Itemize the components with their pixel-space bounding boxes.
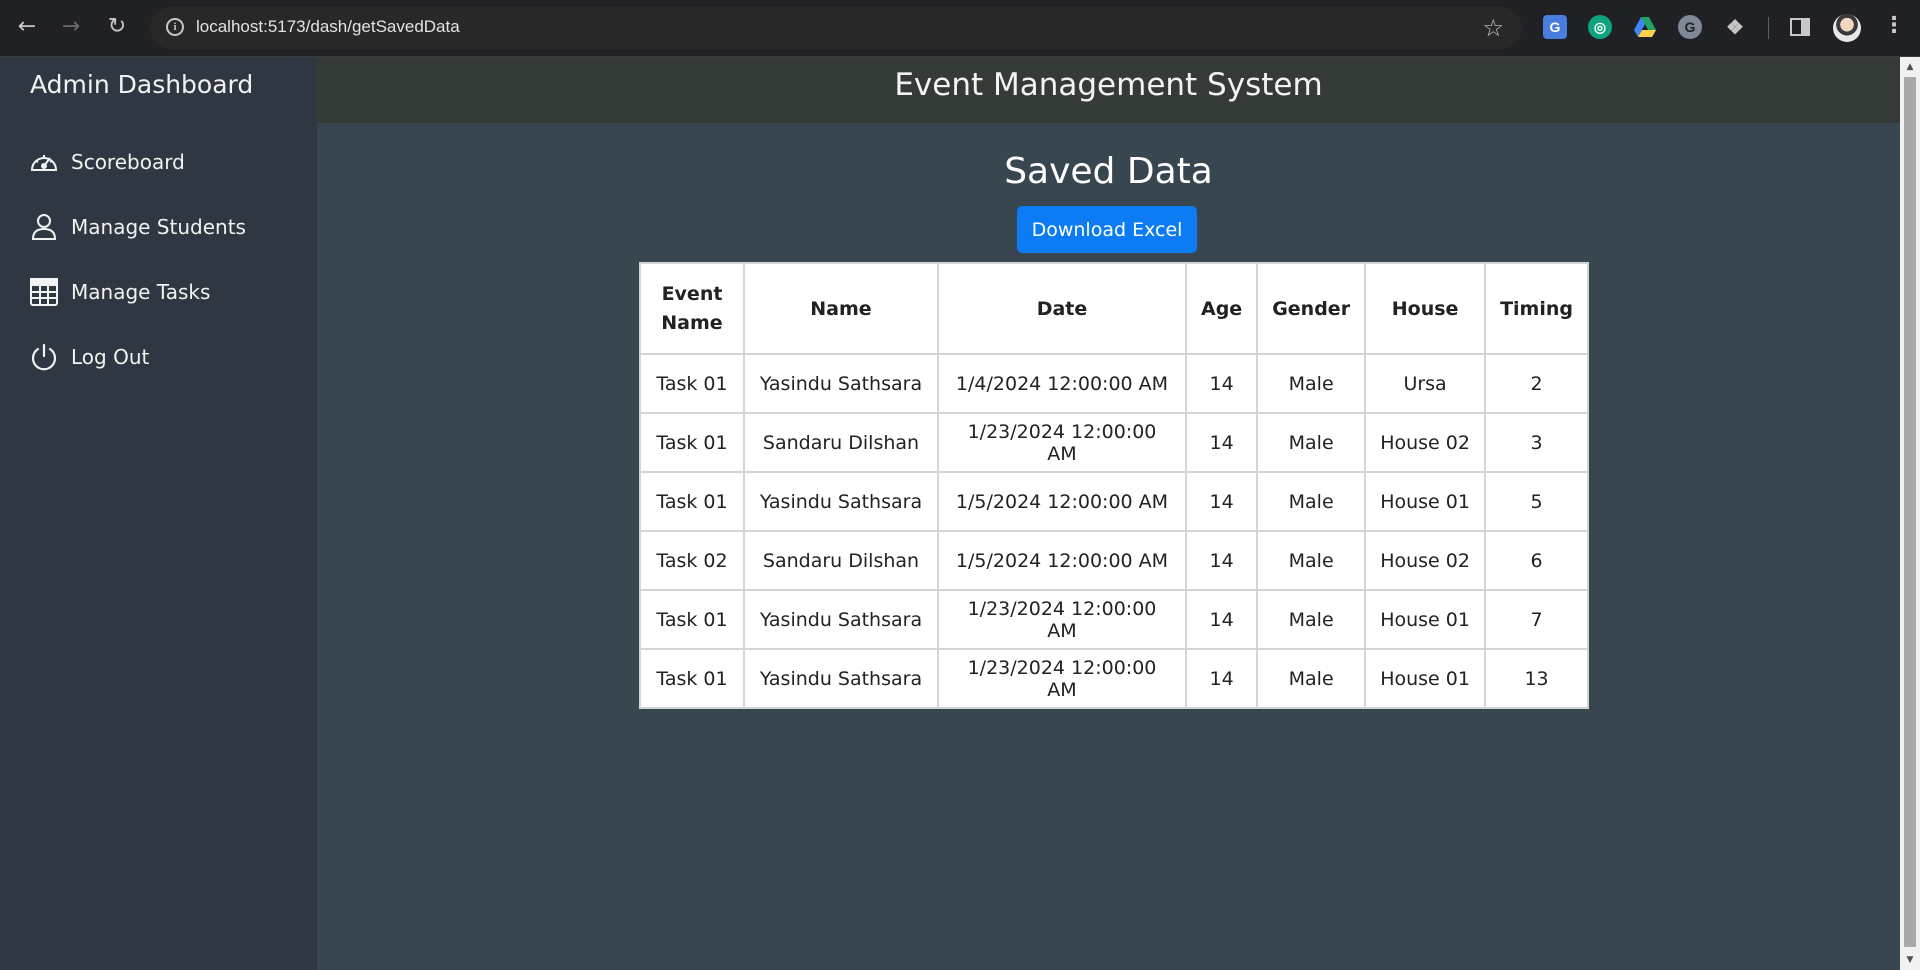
browser-menu-icon[interactable]: ⋮ xyxy=(1883,13,1905,38)
cell-timing: 2 xyxy=(1484,353,1589,414)
cell-event-name: Task 01 xyxy=(639,412,745,473)
table-row: Task 01 Yasindu Sathsara 1/23/2024 12:00… xyxy=(639,589,1589,650)
table-header-row: Event Name Name Date Age Gender House Ti… xyxy=(639,262,1589,355)
back-arrow-icon[interactable]: ← xyxy=(10,10,44,44)
grammarly-extension-icon[interactable]: G xyxy=(1678,15,1702,39)
table-row: Task 01 Sandaru Dilshan 1/23/2024 12:00:… xyxy=(639,412,1589,473)
column-header-age: Age xyxy=(1184,262,1259,355)
cell-age: 14 xyxy=(1184,353,1259,414)
cell-house: House 02 xyxy=(1364,530,1487,591)
column-header-gender: Gender xyxy=(1256,262,1367,355)
table-row: Task 01 Yasindu Sathsara 1/4/2024 12:00:… xyxy=(639,353,1589,414)
cell-name: Yasindu Sathsara xyxy=(743,471,939,532)
sidebar-item-label: Scoreboard xyxy=(71,150,185,174)
browser-toolbar: ← → ↻ i localhost:5173/dash/getSavedData… xyxy=(0,0,1920,57)
power-icon xyxy=(29,342,59,372)
page-title: Saved Data xyxy=(1004,151,1213,192)
cell-name: Sandaru Dilshan xyxy=(743,530,939,591)
table-grid-icon xyxy=(29,277,59,307)
cell-date: 1/23/2024 12:00:00 AM xyxy=(937,589,1187,650)
scrollbar-thumb[interactable] xyxy=(1904,77,1916,947)
table-row: Task 01 Yasindu Sathsara 1/23/2024 12:00… xyxy=(639,648,1589,709)
sidebar-item-log-out[interactable]: Log Out xyxy=(29,337,149,377)
cell-name: Sandaru Dilshan xyxy=(743,412,939,473)
cell-gender: Male xyxy=(1256,530,1367,591)
page-scrollbar[interactable]: ▲ ▼ xyxy=(1900,57,1920,970)
cell-event-name: Task 01 xyxy=(639,353,745,414)
header-title: Event Management System xyxy=(894,67,1323,103)
cell-gender: Male xyxy=(1256,471,1367,532)
cell-date: 1/5/2024 12:00:00 AM xyxy=(937,530,1187,591)
forward-arrow-icon[interactable]: → xyxy=(54,10,88,44)
main-content: Saved Data Download Excel Event Name Nam… xyxy=(317,123,1900,970)
reload-icon[interactable]: ↻ xyxy=(100,10,134,44)
bookmark-star-icon[interactable]: ☆ xyxy=(1482,14,1504,42)
address-bar[interactable]: i localhost:5173/dash/getSavedData ☆ xyxy=(150,7,1522,49)
sidebar-title: Admin Dashboard xyxy=(30,70,254,99)
cell-date: 1/23/2024 12:00:00 AM xyxy=(937,648,1187,709)
cell-event-name: Task 02 xyxy=(639,530,745,591)
sidebar-item-label: Manage Tasks xyxy=(71,280,211,304)
saved-data-table-container: Event Name Name Date Age Gender House Ti… xyxy=(639,262,1589,709)
cell-date: 1/4/2024 12:00:00 AM xyxy=(937,353,1187,414)
cell-event-name: Task 01 xyxy=(639,471,745,532)
cell-name: Yasindu Sathsara xyxy=(743,353,939,414)
cell-timing: 6 xyxy=(1484,530,1589,591)
chatgpt-extension-icon[interactable]: ◎ xyxy=(1588,15,1612,39)
cell-house: House 02 xyxy=(1364,412,1487,473)
column-header-house: House xyxy=(1364,262,1487,355)
cell-timing: 7 xyxy=(1484,589,1589,650)
google-drive-icon[interactable] xyxy=(1633,15,1657,39)
cell-age: 14 xyxy=(1184,648,1259,709)
extensions-puzzle-icon[interactable]: ❖ xyxy=(1723,15,1747,39)
cell-date: 1/5/2024 12:00:00 AM xyxy=(937,471,1187,532)
cell-age: 14 xyxy=(1184,471,1259,532)
site-info-icon[interactable]: i xyxy=(166,18,184,36)
cell-event-name: Task 01 xyxy=(639,648,745,709)
toolbar-divider xyxy=(1768,17,1769,39)
cell-gender: Male xyxy=(1256,648,1367,709)
table-row: Task 02 Sandaru Dilshan 1/5/2024 12:00:0… xyxy=(639,530,1589,591)
cell-age: 14 xyxy=(1184,412,1259,473)
cell-name: Yasindu Sathsara xyxy=(743,589,939,650)
cell-age: 14 xyxy=(1184,589,1259,650)
side-panel-icon[interactable] xyxy=(1788,15,1812,39)
column-header-event-name: Event Name xyxy=(639,262,745,355)
translate-extension-icon[interactable]: G xyxy=(1543,15,1567,39)
sidebar-item-manage-students[interactable]: Manage Students xyxy=(29,207,246,247)
column-header-date: Date xyxy=(937,262,1187,355)
cell-house: House 01 xyxy=(1364,648,1487,709)
cell-date: 1/23/2024 12:00:00 AM xyxy=(937,412,1187,473)
cell-house: House 01 xyxy=(1364,589,1487,650)
cell-age: 14 xyxy=(1184,530,1259,591)
cell-event-name: Task 01 xyxy=(639,589,745,650)
scroll-down-arrow-icon[interactable]: ▼ xyxy=(1900,952,1920,968)
sidebar: Admin Dashboard Scoreboard Manage Studen… xyxy=(0,57,317,970)
table-row: Task 01 Yasindu Sathsara 1/5/2024 12:00:… xyxy=(639,471,1589,532)
saved-data-table: Event Name Name Date Age Gender House Ti… xyxy=(639,262,1589,709)
speedometer-icon xyxy=(29,147,59,177)
cell-gender: Male xyxy=(1256,412,1367,473)
cell-timing: 5 xyxy=(1484,471,1589,532)
profile-avatar[interactable] xyxy=(1833,14,1861,42)
sidebar-item-manage-tasks[interactable]: Manage Tasks xyxy=(29,272,210,312)
cell-house: Ursa xyxy=(1364,353,1487,414)
column-header-name: Name xyxy=(743,262,939,355)
sidebar-item-scoreboard[interactable]: Scoreboard xyxy=(29,142,185,182)
cell-house: House 01 xyxy=(1364,471,1487,532)
cell-gender: Male xyxy=(1256,589,1367,650)
scroll-up-arrow-icon[interactable]: ▲ xyxy=(1900,59,1920,75)
cell-timing: 13 xyxy=(1484,648,1589,709)
sidebar-item-label: Log Out xyxy=(71,345,150,369)
person-icon xyxy=(29,212,59,242)
column-header-timing: Timing xyxy=(1484,262,1589,355)
sidebar-item-label: Manage Students xyxy=(71,215,246,239)
url-text[interactable]: localhost:5173/dash/getSavedData xyxy=(196,17,460,37)
cell-name: Yasindu Sathsara xyxy=(743,648,939,709)
top-header: Event Management System xyxy=(317,57,1900,123)
download-excel-button[interactable]: Download Excel xyxy=(1017,206,1197,253)
cell-gender: Male xyxy=(1256,353,1367,414)
cell-timing: 3 xyxy=(1484,412,1589,473)
